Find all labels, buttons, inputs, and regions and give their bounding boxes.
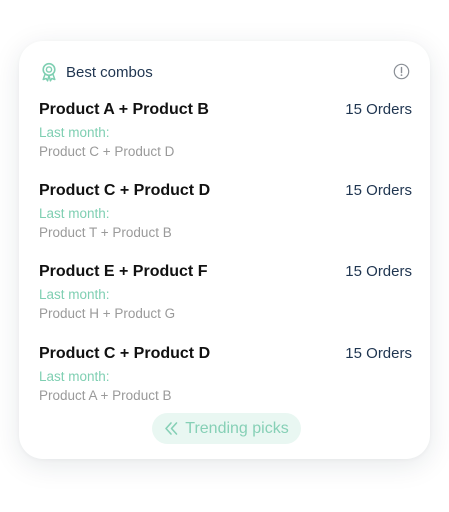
last-month-label: Last month: <box>39 125 110 140</box>
combo-row[interactable]: Product E + Product F 15 Orders Last mon… <box>39 263 412 333</box>
last-month-label: Last month: <box>39 206 110 221</box>
trending-picks-button[interactable]: Trending picks <box>152 413 301 444</box>
card-title: Best combos <box>66 63 153 81</box>
last-month-combo: Product T + Product B <box>39 225 172 240</box>
combo-row[interactable]: Product C + Product D 15 Orders Last mon… <box>39 182 412 252</box>
card-header: Best combos <box>39 61 410 83</box>
order-count: 15 Orders <box>345 101 412 118</box>
last-month-combo: Product A + Product B <box>39 388 172 403</box>
combo-name: Product C + Product D <box>39 182 211 199</box>
award-ribbon-icon <box>42 62 56 82</box>
best-combos-card: Best combos Product A + Product B 15 Ord… <box>19 41 430 459</box>
last-month-label: Last month: <box>39 369 110 384</box>
trending-picks-label: Trending picks <box>185 419 289 437</box>
order-count: 15 Orders <box>345 182 412 199</box>
double-chevron-left-icon <box>165 422 178 435</box>
combo-name: Product C + Product D <box>39 345 211 362</box>
combo-row[interactable]: Product A + Product B 15 Orders Last mon… <box>39 101 412 171</box>
combo-name: Product A + Product B <box>39 101 209 118</box>
combo-row[interactable]: Product C + Product D 15 Orders Last mon… <box>39 345 412 415</box>
last-month-combo: Product C + Product D <box>39 144 175 159</box>
info-icon[interactable] <box>393 63 410 80</box>
last-month-combo: Product H + Product G <box>39 306 176 321</box>
order-count: 15 Orders <box>345 345 412 362</box>
order-count: 15 Orders <box>345 263 412 280</box>
last-month-label: Last month: <box>39 287 110 302</box>
combo-name: Product E + Product F <box>39 263 208 280</box>
